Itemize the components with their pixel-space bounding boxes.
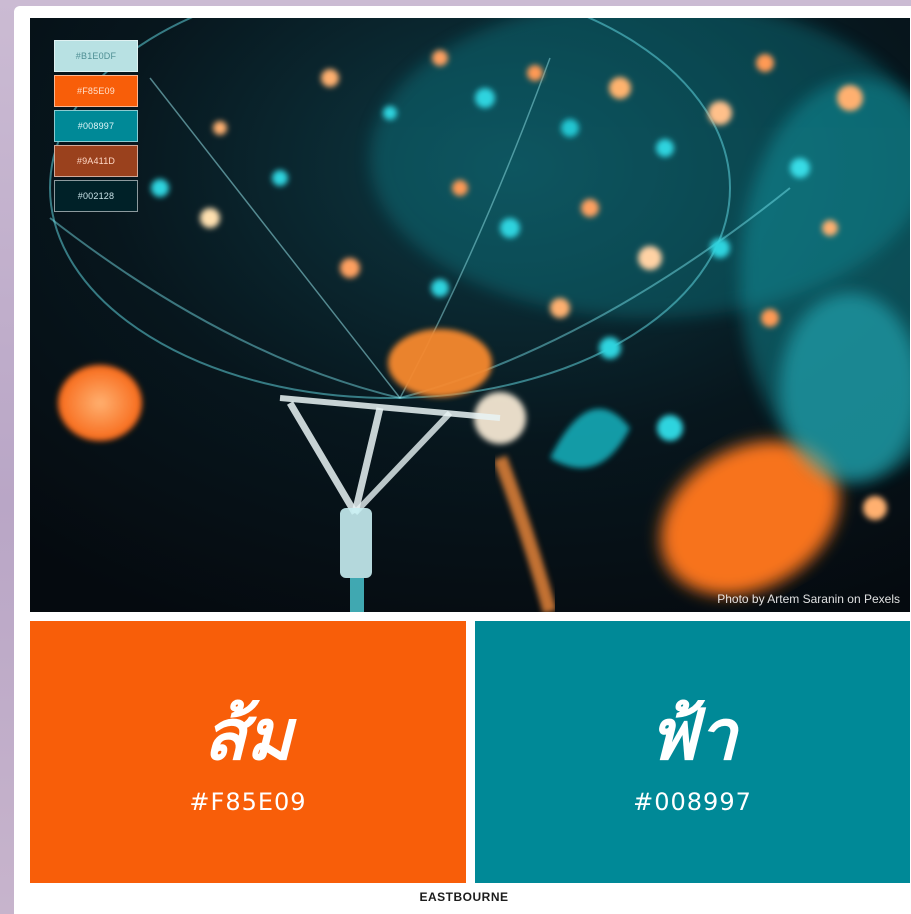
brand-logo: EASTBOURNE — [419, 890, 509, 904]
orange-hex-code: #F85E09 — [189, 788, 307, 816]
color-palette: #B1E0DF #F85E09 #008997 #9A411D #002128 — [54, 40, 138, 212]
swatch-light-teal: #B1E0DF — [54, 40, 138, 72]
swatch-brown: #9A411D — [54, 145, 138, 177]
bokeh-balloon-image — [30, 18, 910, 612]
swatch-teal: #008997 — [54, 110, 138, 142]
orange-color-block: ส้ม #F85E09 — [30, 621, 466, 883]
blue-color-name: ฟ้า — [648, 693, 737, 776]
palette-card: #B1E0DF #F85E09 #008997 #9A411D #002128 … — [14, 6, 911, 914]
photo-credit: Photo by Artem Saranin on Pexels — [717, 592, 900, 606]
swatch-orange: #F85E09 — [54, 75, 138, 107]
blue-color-block: ฟ้า #008997 — [475, 621, 910, 883]
bokeh-balloon-photo: #B1E0DF #F85E09 #008997 #9A411D #002128 … — [30, 18, 910, 612]
swatch-dark-teal: #002128 — [54, 180, 138, 212]
orange-color-name: ส้ม — [203, 693, 293, 776]
blue-hex-code: #008997 — [633, 788, 752, 816]
